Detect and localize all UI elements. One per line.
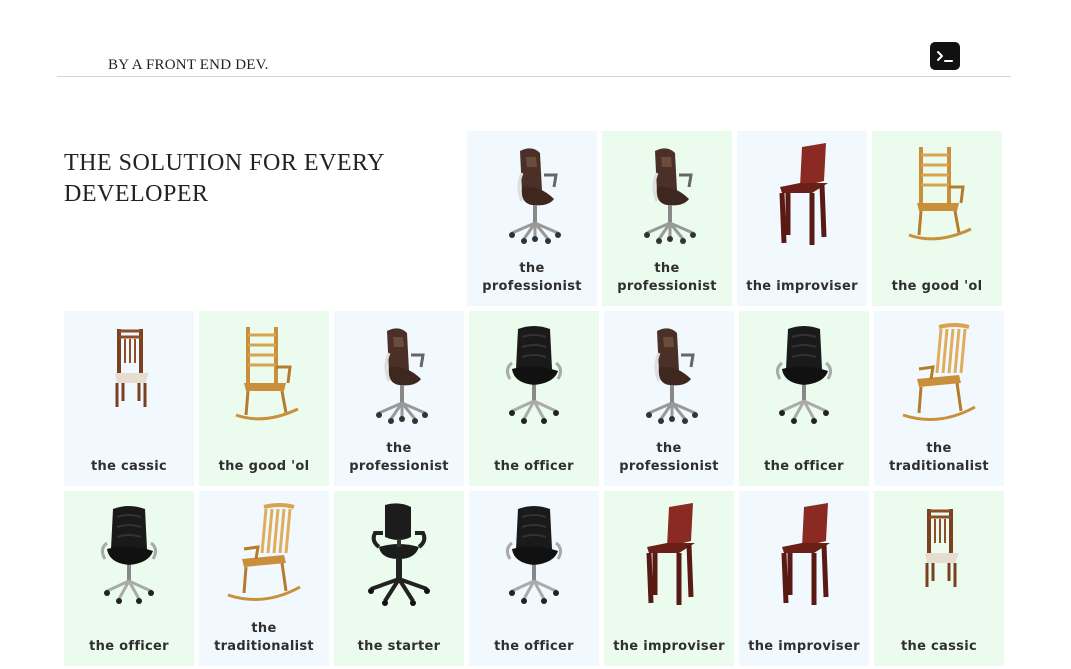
chair-card[interactable]: the improviser — [739, 491, 869, 666]
chair-label: the officer — [494, 459, 574, 474]
chair-label: the professionist — [482, 261, 582, 294]
chair-label: the professionist — [619, 441, 719, 474]
chair-cassic-image — [889, 503, 989, 608]
chair-improviser-image — [619, 503, 719, 608]
chair-card[interactable]: the officer — [64, 491, 194, 666]
chair-card[interactable]: the traditionalist — [874, 311, 1004, 486]
chair-label: the cassic — [901, 639, 977, 654]
chair-card[interactable]: the improviser — [737, 131, 867, 306]
chair-label: the good 'ol — [218, 459, 310, 474]
chair-label: the traditionalist — [889, 441, 989, 474]
terminal-icon — [937, 51, 953, 62]
hero-title: THE SOLUTION FOR EVERY DEVELOPER — [64, 150, 385, 207]
chair-cassic-image — [79, 323, 179, 428]
chair-label: the cassic — [91, 459, 167, 474]
chair-card[interactable]: the cassic — [874, 491, 1004, 666]
chair-label: the improviser — [746, 279, 858, 294]
chair-professionist-image — [617, 143, 717, 248]
brand-text: BY A FRONT END DEV. — [108, 57, 269, 73]
chair-card[interactable]: the professionist — [467, 131, 597, 306]
chair-officer-image — [484, 323, 584, 428]
chair-card[interactable]: the professionist — [602, 131, 732, 306]
chair-card[interactable]: the improviser — [604, 491, 734, 666]
chair-officer-image — [79, 503, 179, 608]
chair-label: the officer — [494, 639, 574, 654]
chair-professionist-image — [482, 143, 582, 248]
chair-traditionalist-image — [214, 503, 314, 608]
chair-label: the traditionalist — [214, 621, 314, 654]
chair-card[interactable]: the officer — [469, 491, 599, 666]
chair-professionist-image — [619, 323, 719, 428]
chair-card[interactable]: the cassic — [64, 311, 194, 486]
chair-card[interactable]: the traditionalist — [199, 491, 329, 666]
chair-label: the improviser — [613, 639, 725, 654]
chair-improviser-image — [752, 143, 852, 248]
chair-professionist-image — [349, 323, 449, 428]
chair-card[interactable]: the good 'ol — [872, 131, 1002, 306]
chair-label: the professionist — [349, 441, 449, 474]
chair-label: the officer — [764, 459, 844, 474]
chair-label: the professionist — [617, 261, 717, 294]
chair-goodol-image — [887, 143, 987, 248]
chair-card[interactable]: the officer — [469, 311, 599, 486]
chair-starter-image — [349, 503, 449, 608]
chair-label: the officer — [89, 639, 169, 654]
chair-card[interactable]: the good 'ol — [199, 311, 329, 486]
chair-label: the starter — [357, 639, 441, 654]
chair-label: the good 'ol — [891, 279, 983, 294]
terminal-button[interactable] — [930, 42, 960, 70]
chair-goodol-image — [214, 323, 314, 428]
chair-officer-image — [484, 503, 584, 608]
chair-officer-image — [754, 323, 854, 428]
chair-card[interactable]: the starter — [334, 491, 464, 666]
chair-improviser-image — [754, 503, 854, 608]
chair-card[interactable]: the officer — [739, 311, 869, 486]
chair-card[interactable]: the professionist — [604, 311, 734, 486]
chair-label: the improviser — [748, 639, 860, 654]
chair-traditionalist-image — [889, 323, 989, 428]
chair-card[interactable]: the professionist — [334, 311, 464, 486]
header-divider — [57, 76, 1011, 77]
